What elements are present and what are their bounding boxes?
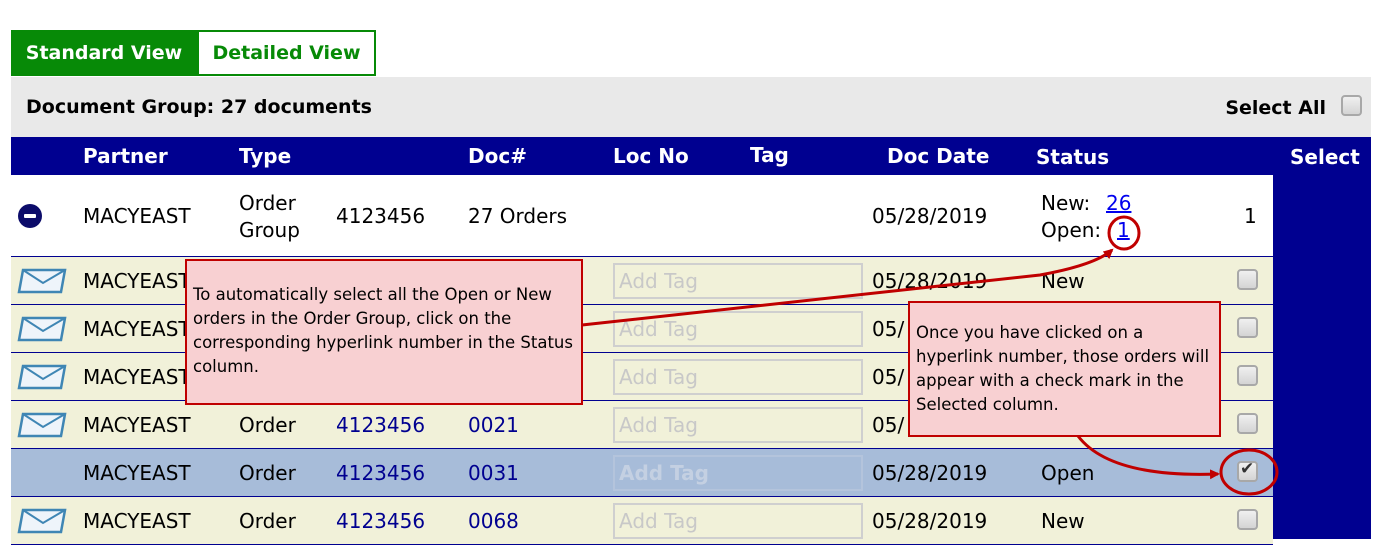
highlight-circle-open-link bbox=[1107, 215, 1141, 251]
highlight-circle-checkbox bbox=[1219, 448, 1279, 496]
arrow-to-checkbox bbox=[1076, 435, 1220, 480]
callout-select-by-hyperlink: To automatically select all the Open or … bbox=[185, 259, 583, 405]
callout-check-mark-result: Once you have clicked on a hyperlink num… bbox=[908, 301, 1221, 437]
